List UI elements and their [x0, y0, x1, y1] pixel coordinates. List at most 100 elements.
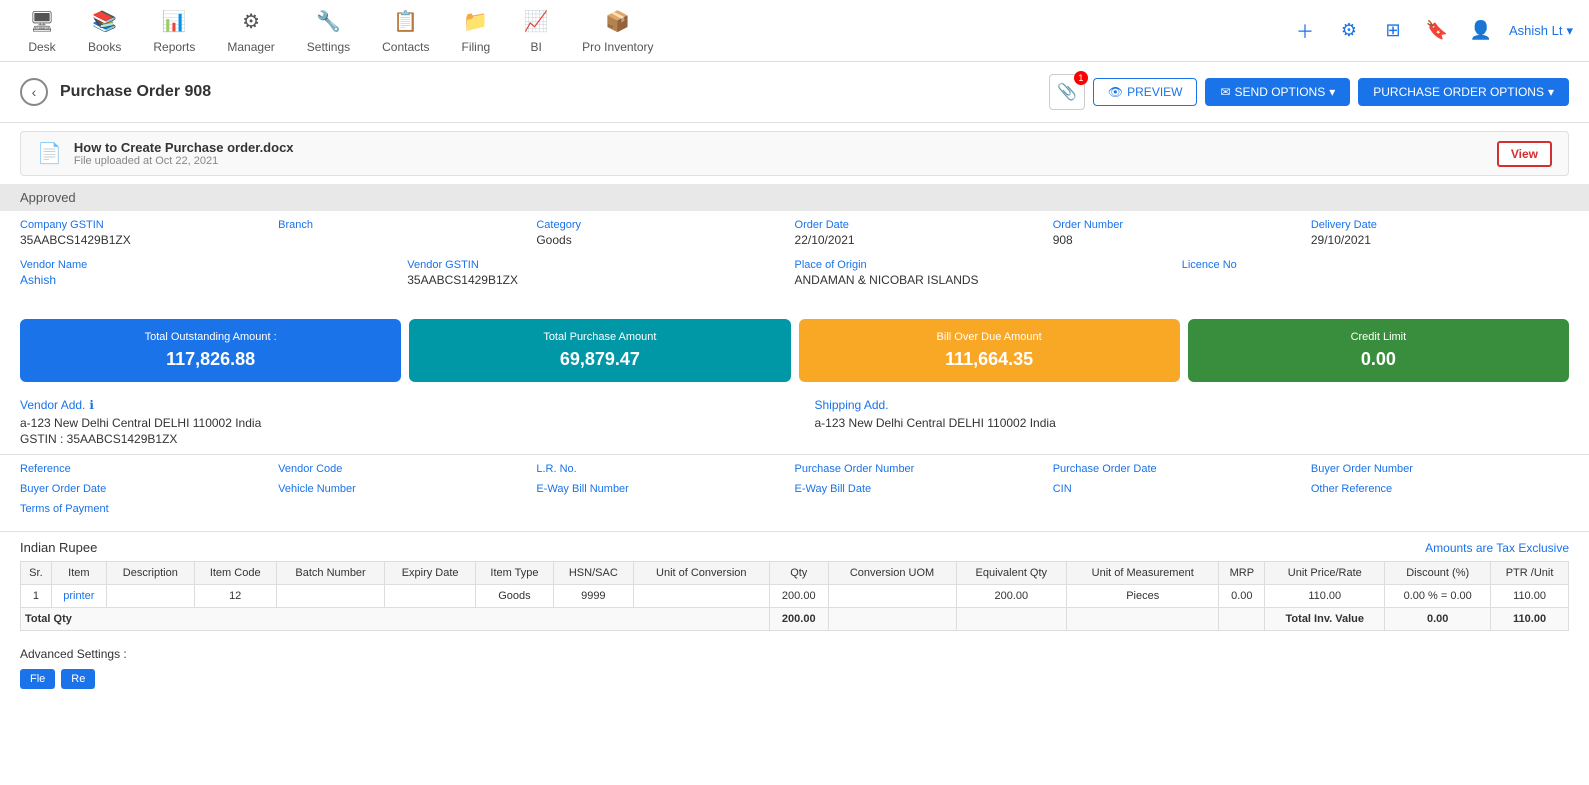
col-batch-number: Batch Number [276, 562, 385, 585]
nav-item-filing[interactable]: 📁 Filing [449, 0, 502, 62]
col-item: Item [51, 562, 106, 585]
vendor-name-value[interactable]: Ashish [20, 273, 407, 287]
place-of-origin-label: Place of Origin [795, 259, 1182, 271]
po-date-label: Purchase Order Date [1053, 463, 1311, 475]
cin-field: CIN [1053, 483, 1311, 495]
vehicle-number-label: Vehicle Number [278, 483, 536, 495]
info-icon: ℹ [89, 398, 94, 412]
nav-item-books[interactable]: 📚 Books [76, 0, 133, 62]
view-file-button[interactable]: View [1497, 141, 1552, 167]
outstanding-label: Total Outstanding Amount : [36, 331, 385, 343]
manager-icon: ⚙ [237, 8, 265, 36]
col-description: Description [106, 562, 194, 585]
vendor-add-link[interactable]: Vendor Add. ℹ [20, 398, 94, 412]
vendor-gstin-value: 35AABCS1429B1ZX [407, 273, 794, 287]
nav-item-bi[interactable]: 📈 BI [510, 0, 562, 62]
cin-label: CIN [1053, 483, 1311, 495]
total-inv-label: Total Inv. Value [1265, 608, 1385, 631]
col-sr: Sr. [21, 562, 52, 585]
advanced-label: Advanced Settings : [20, 647, 127, 661]
total-qty-empty1 [828, 608, 956, 631]
company-fields-row1: Company GSTIN 35AABCS1429B1ZX Branch Cat… [20, 219, 1569, 247]
items-table: Sr. Item Description Item Code Batch Num… [20, 561, 1569, 631]
branch-field: Branch [278, 219, 536, 247]
po-number-field: Purchase Order Number [795, 463, 1053, 475]
nav-item-settings[interactable]: 🔧 Settings [295, 0, 362, 62]
status-label: Approved [20, 190, 76, 205]
cell-expiry-date [385, 585, 475, 608]
total-qty-empty3 [1067, 608, 1219, 631]
send-options-button[interactable]: ✉ SEND OPTIONS ▾ [1205, 78, 1350, 106]
reference-field: Reference [20, 463, 278, 475]
add-button[interactable]: ＋ [1289, 15, 1321, 47]
cell-discount: 0.00 % = 0.00 [1385, 585, 1491, 608]
nav-label-bi: BI [531, 40, 542, 54]
preview-icon: 👁 [1108, 85, 1123, 99]
shipping-add-link[interactable]: Shipping Add. [815, 398, 889, 412]
buyer-order-number-field: Buyer Order Number [1311, 463, 1569, 475]
cell-ptr-unit: 110.00 [1491, 585, 1569, 608]
send-label: SEND OPTIONS [1235, 85, 1326, 99]
po-number-label: Purchase Order Number [795, 463, 1053, 475]
vendor-code-field: Vendor Code [278, 463, 536, 475]
licence-no-label: Licence No [1182, 259, 1569, 271]
advanced-btn-1[interactable]: Fle [20, 669, 55, 689]
user-avatar-icon[interactable]: 👤 [1465, 15, 1497, 47]
eway-bill-date-field: E-Way Bill Date [795, 483, 1053, 495]
items-table-section: Indian Rupee Amounts are Tax Exclusive S… [0, 531, 1589, 639]
pro-inventory-icon: 📦 [604, 8, 632, 36]
grid-icon[interactable]: ⊞ [1377, 15, 1409, 47]
order-number-field: Order Number 908 [1053, 219, 1311, 247]
vendor-name-field: Vendor Name Ashish [20, 259, 407, 287]
po-options-button[interactable]: PURCHASE ORDER OPTIONS ▾ [1358, 78, 1569, 106]
header-actions: 📎 1 👁 PREVIEW ✉ SEND OPTIONS ▾ PURCHASE … [1049, 74, 1569, 110]
gear-icon[interactable]: ⚙ [1333, 15, 1365, 47]
branch-label: Branch [278, 219, 536, 231]
order-date-label: Order Date [795, 219, 1053, 231]
table-row: 1 printer 12 Goods 9999 200.00 200.00 Pi… [21, 585, 1569, 608]
other-reference-label: Other Reference [1311, 483, 1569, 495]
back-button[interactable]: ‹ [20, 78, 48, 106]
buyer-order-date-label: Buyer Order Date [20, 483, 278, 495]
cell-sr: 1 [21, 585, 52, 608]
advanced-settings-section: Advanced Settings : Fle Re [0, 639, 1589, 697]
company-gstin-value: 35AABCS1429B1ZX [20, 233, 278, 247]
bookmark-icon[interactable]: 🔖 [1421, 15, 1453, 47]
nav-item-manager[interactable]: ⚙ Manager [215, 0, 286, 62]
credit-label: Credit Limit [1204, 331, 1553, 343]
shipping-address-col: Shipping Add. a-123 New Delhi Central DE… [815, 398, 1570, 446]
company-gstin-field: Company GSTIN 35AABCS1429B1ZX [20, 219, 278, 247]
attachment-button[interactable]: 📎 1 [1049, 74, 1085, 110]
nav-label-manager: Manager [227, 40, 274, 54]
buyer-order-date-field: Buyer Order Date [20, 483, 278, 495]
order-number-label: Order Number [1053, 219, 1311, 231]
credit-limit-box: Credit Limit 0.00 [1188, 319, 1569, 382]
send-icon: ✉ [1220, 85, 1230, 99]
licence-no-value [1182, 273, 1569, 287]
vendor-address-gstin: GSTIN : 35AABCS1429B1ZX [20, 432, 775, 446]
nav-item-reports[interactable]: 📊 Reports [141, 0, 207, 62]
user-menu[interactable]: Ashish Lt ▾ [1509, 23, 1573, 39]
nav-item-pro-inventory[interactable]: 📦 Pro Inventory [570, 0, 665, 62]
cell-conversion-uom [828, 585, 956, 608]
col-hsn-sac: HSN/SAC [554, 562, 633, 585]
po-options-chevron-icon: ▾ [1548, 85, 1554, 99]
vendor-address-text: a-123 New Delhi Central DELHI 110002 Ind… [20, 416, 775, 430]
advanced-btn-2[interactable]: Re [61, 669, 95, 689]
vendor-gstin-field: Vendor GSTIN 35AABCS1429B1ZX [407, 259, 794, 287]
preview-button[interactable]: 👁 PREVIEW [1093, 78, 1198, 106]
nav-label-pro-inventory: Pro Inventory [582, 40, 653, 54]
nav-item-desk[interactable]: 🖥 Desk [16, 0, 68, 62]
col-equivalent-qty: Equivalent Qty [956, 562, 1066, 585]
col-unit-of-measurement: Unit of Measurement [1067, 562, 1219, 585]
category-field: Category Goods [536, 219, 794, 247]
vehicle-number-field: Vehicle Number [278, 483, 536, 495]
cell-item[interactable]: printer [51, 585, 106, 608]
user-name: Ashish Lt [1509, 23, 1562, 38]
nav-item-contacts[interactable]: 📋 Contacts [370, 0, 441, 62]
cell-mrp: 0.00 [1219, 585, 1265, 608]
nav-right: ＋ ⚙ ⊞ 🔖 👤 Ashish Lt ▾ [1289, 15, 1573, 47]
cell-hsn-sac: 9999 [554, 585, 633, 608]
delivery-date-label: Delivery Date [1311, 219, 1569, 231]
bi-icon: 📈 [522, 8, 550, 36]
